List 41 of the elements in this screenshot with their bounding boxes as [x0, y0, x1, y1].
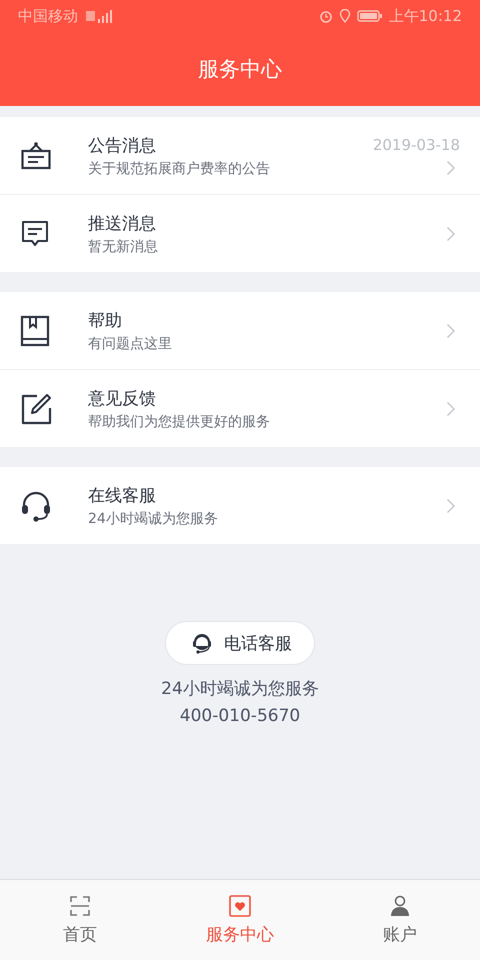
chevron-right-icon — [446, 498, 456, 514]
carrier-name: 中国移动 — [18, 6, 78, 26]
tab[interactable]: 首页 — [0, 880, 160, 960]
chevron-right-icon — [446, 400, 456, 416]
signboard-icon — [20, 140, 52, 172]
item-title: 公告消息 — [88, 134, 157, 156]
tab[interactable]: 账户 — [320, 880, 480, 960]
signal-icon — [84, 9, 114, 23]
support-agent-icon — [190, 631, 214, 655]
item-title: 帮助 — [88, 310, 123, 332]
battery-icon — [356, 10, 383, 22]
menu-item[interactable]: 推送消息 暂无新消息 — [0, 194, 480, 272]
item-subtitle: 帮助我们为您提供更好的服务 — [88, 412, 271, 430]
menu-item[interactable]: 公告消息 关于规范拓展商户费率的公告 2019-03-18 — [0, 117, 480, 194]
item-date: 2019-03-18 — [372, 136, 460, 154]
message-icon — [20, 218, 50, 248]
scan-icon — [69, 894, 91, 916]
menu-item[interactable]: 意见反馈 帮助我们为您提供更好的服务 — [0, 369, 480, 447]
alarm-icon — [318, 9, 333, 23]
book-icon — [20, 314, 50, 346]
item-subtitle: 有问题点这里 — [88, 334, 173, 352]
item-subtitle: 关于规范拓展商户费率的公告 — [88, 160, 271, 178]
clock-time: 上午10:12 — [388, 6, 462, 26]
phone-number[interactable]: 400-010-5670 — [180, 706, 300, 726]
item-subtitle: 24小时竭诚为您服务 — [88, 510, 219, 528]
item-subtitle: 暂无新消息 — [88, 238, 159, 256]
phone-service-button[interactable]: 电话客服 — [165, 621, 315, 665]
item-title: 推送消息 — [88, 212, 157, 234]
chevron-right-icon — [446, 322, 456, 338]
location-icon — [338, 9, 351, 23]
item-title: 意见反馈 — [88, 388, 157, 410]
menu-item[interactable]: 帮助 有问题点这里 — [0, 292, 480, 369]
chevron-right-icon — [446, 226, 456, 242]
person-icon — [389, 894, 411, 916]
edit-icon — [20, 392, 52, 424]
headset-icon — [20, 490, 52, 522]
service-hours: 24小时竭诚为您服务 — [161, 678, 319, 700]
menu-item[interactable]: 在线客服 24小时竭诚为您服务 — [0, 467, 480, 544]
chevron-right-icon — [446, 160, 456, 176]
page-title: 服务中心 — [198, 56, 282, 83]
item-title: 在线客服 — [88, 484, 157, 506]
